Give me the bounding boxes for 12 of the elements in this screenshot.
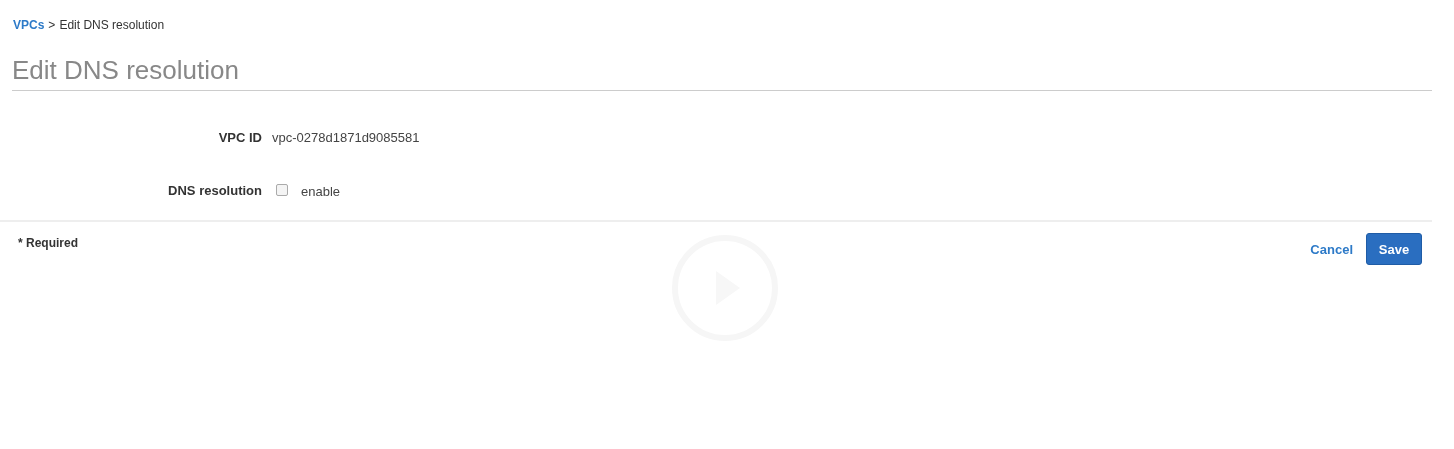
breadcrumb-separator: >	[48, 18, 56, 32]
field-label: VPC ID	[217, 129, 263, 145]
save-button[interactable]: Save	[1366, 233, 1422, 265]
field-label: DNS resolution	[167, 182, 263, 198]
checkbox[interactable]	[276, 184, 288, 196]
breadcrumb-current: Edit DNS resolution	[59, 18, 165, 32]
page-title: Edit DNS resolution	[12, 54, 1432, 91]
required-note: * Required	[18, 235, 78, 252]
cancel-link[interactable]: Cancel	[1310, 241, 1353, 257]
checkbox-label[interactable]: enable	[301, 181, 341, 199]
field-value: vpc-0278d1871d9085581	[272, 129, 420, 145]
breadcrumb-link[interactable]: VPCs	[13, 18, 45, 32]
